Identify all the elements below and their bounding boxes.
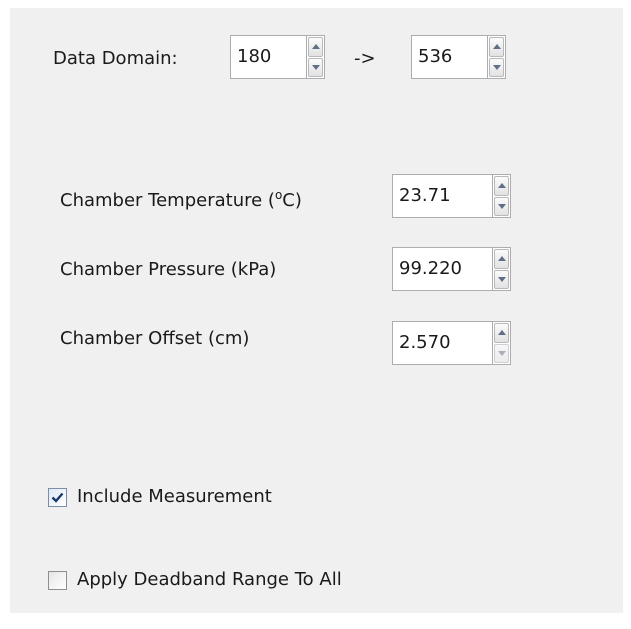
arrow-up-icon [497, 330, 506, 336]
chamber-temperature-decrement-button[interactable] [494, 196, 509, 216]
data-domain-end-increment-button[interactable] [489, 37, 504, 57]
chamber-temperature-label-prefix: Chamber Temperature ( [60, 190, 275, 211]
arrow-down-icon [311, 64, 320, 70]
chamber-temperature-label-suffix: C) [282, 190, 302, 211]
chamber-temperature-label: Chamber Temperature (oC) [60, 189, 302, 212]
chamber-pressure-input[interactable]: 99.220 [392, 247, 492, 291]
include-measurement-label: Include Measurement [77, 486, 272, 507]
data-domain-arrow: -> [354, 48, 376, 69]
chamber-offset-spin-buttons [492, 321, 511, 365]
data-domain-start-spin-buttons [306, 35, 325, 79]
chamber-pressure-decrement-button[interactable] [494, 269, 509, 289]
checkmark-icon [51, 492, 64, 503]
apply-deadband-label: Apply Deadband Range To All [77, 569, 342, 590]
chamber-pressure-increment-button[interactable] [494, 249, 509, 269]
data-domain-label: Data Domain: [53, 48, 178, 69]
arrow-down-icon [497, 203, 506, 209]
data-domain-start-input[interactable]: 180 [230, 35, 306, 79]
data-domain-start-increment-button[interactable] [308, 37, 323, 57]
data-domain-end-spinner[interactable]: 536 [411, 35, 506, 79]
data-domain-end-input[interactable]: 536 [411, 35, 487, 79]
arrow-up-icon [311, 44, 320, 50]
data-domain-end-spin-buttons [487, 35, 506, 79]
chamber-offset-label: Chamber Offset (cm) [60, 328, 250, 349]
arrow-up-icon [497, 183, 506, 189]
chamber-temperature-input[interactable]: 23.71 [392, 174, 492, 218]
settings-panel: Data Domain: 180 -> 536 Chamber Temperat… [10, 8, 623, 613]
chamber-offset-input[interactable]: 2.570 [392, 321, 492, 365]
apply-deadband-option[interactable]: Apply Deadband Range To All [48, 569, 342, 591]
chamber-temperature-spinner[interactable]: 23.71 [392, 174, 511, 218]
chamber-temperature-increment-button[interactable] [494, 176, 509, 196]
chamber-offset-decrement-button[interactable] [494, 343, 509, 363]
arrow-up-icon [492, 44, 501, 50]
chamber-offset-spinner[interactable]: 2.570 [392, 321, 511, 365]
data-domain-start-decrement-button[interactable] [308, 57, 323, 77]
chamber-pressure-spin-buttons [492, 247, 511, 291]
chamber-offset-increment-button[interactable] [494, 323, 509, 343]
chamber-pressure-label: Chamber Pressure (kPa) [60, 259, 277, 280]
data-domain-end-decrement-button[interactable] [489, 57, 504, 77]
arrow-down-icon [492, 64, 501, 70]
arrow-up-icon [497, 256, 506, 262]
chamber-temperature-spin-buttons [492, 174, 511, 218]
data-domain-start-spinner[interactable]: 180 [230, 35, 325, 79]
apply-deadband-checkbox[interactable] [48, 570, 67, 590]
include-measurement-checkbox[interactable] [48, 487, 67, 507]
chamber-pressure-spinner[interactable]: 99.220 [392, 247, 511, 291]
arrow-down-icon [497, 276, 506, 282]
include-measurement-option[interactable]: Include Measurement [48, 486, 272, 508]
arrow-down-icon [497, 350, 506, 356]
